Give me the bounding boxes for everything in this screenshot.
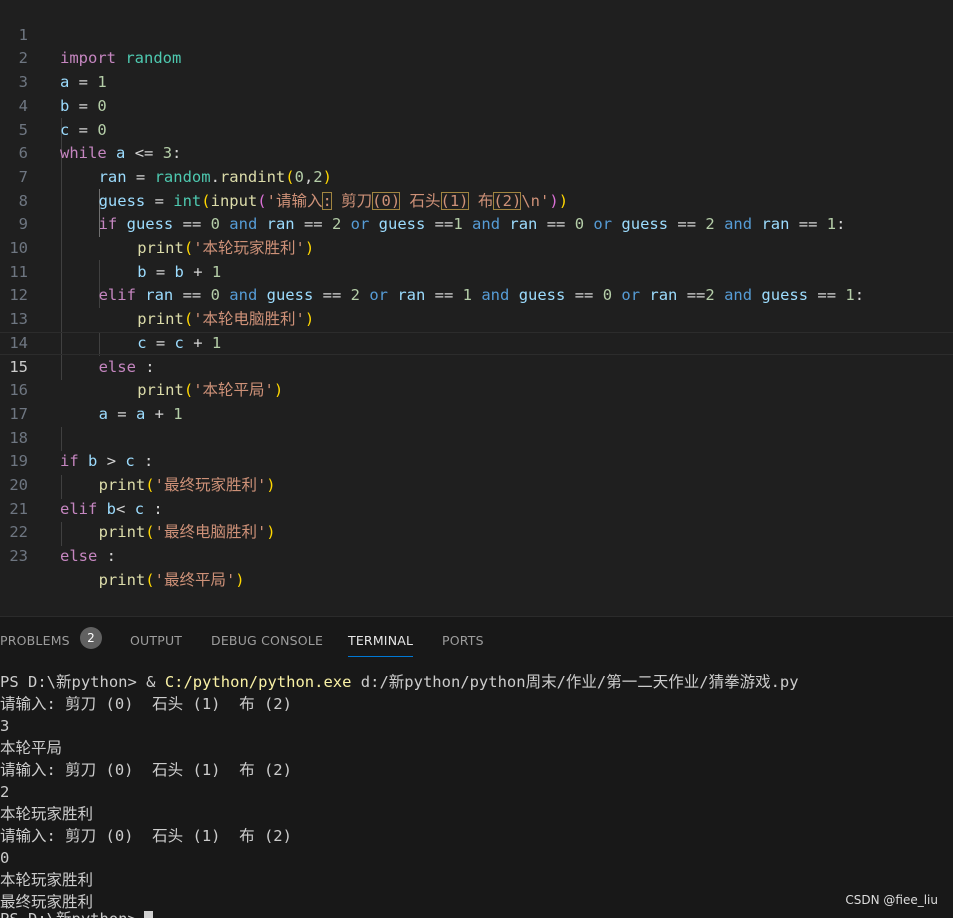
code-line[interactable]: 5 while a <= 3: bbox=[0, 95, 953, 163]
tab-problems[interactable]: PROBLEMS bbox=[0, 630, 70, 656]
terminal-line: 本轮平局 bbox=[0, 739, 63, 757]
code-line[interactable]: 4 c = 0 bbox=[0, 71, 953, 139]
code-line[interactable]: 12 print('本轮电脑胜利') bbox=[0, 261, 953, 328]
code-line[interactable]: 9 print('本轮玩家胜利') bbox=[0, 190, 953, 257]
code-line[interactable]: 10 b = b + 1 bbox=[0, 213, 953, 281]
terminal-command-line: PS D:\新python> & C:/python/python.exe d:… bbox=[0, 673, 799, 691]
problems-count-badge: 2 bbox=[80, 627, 102, 649]
code-line[interactable]: 17 bbox=[0, 379, 953, 423]
code-line[interactable]: 18 if b > c : bbox=[0, 403, 953, 471]
terminal-prompt-partial: PS D:\新python> bbox=[0, 908, 137, 918]
terminal-line: 3 bbox=[0, 717, 10, 735]
code-line[interactable]: 11 elif ran == 0 and guess == 2 or ran =… bbox=[0, 237, 953, 305]
code-text: print('最终平局') bbox=[98, 570, 245, 589]
code-line[interactable]: 14 else : bbox=[0, 308, 953, 376]
code-line[interactable]: 6 ran = random.randint(0,2) bbox=[0, 119, 953, 186]
code-text: else : bbox=[60, 547, 117, 566]
code-line[interactable]: 2 a = 1 bbox=[0, 24, 953, 91]
terminal-line: 本轮玩家胜利 bbox=[0, 871, 94, 889]
code-line[interactable]: 23 print('最终平局') bbox=[0, 521, 953, 589]
code-line[interactable]: 7 guess = int(input('请输入: 剪刀(0) 石头(1) 布(… bbox=[0, 142, 953, 210]
terminal-cursor bbox=[144, 911, 153, 918]
tab-debug-console[interactable]: DEBUG CONSOLE bbox=[211, 630, 323, 656]
code-line[interactable]: 20 elif b< c : bbox=[0, 450, 953, 518]
code-line[interactable]: 19 print('最终玩家胜利') bbox=[0, 427, 953, 494]
code-line[interactable]: 8 if guess == 0 and ran == 2 or guess ==… bbox=[0, 166, 953, 234]
line-number: 23 bbox=[9, 547, 28, 566]
code-line[interactable]: 16 a = a + 1 bbox=[0, 356, 953, 423]
code-line-current[interactable]: 15 print('本轮平局') bbox=[0, 332, 953, 400]
tab-ports[interactable]: PORTS bbox=[442, 630, 484, 656]
terminal-line: 0 bbox=[0, 849, 10, 867]
terminal-line: 本轮玩家胜利 bbox=[0, 805, 94, 823]
terminal-line: 请输入: 剪刀 (0) 石头 (1) 布 (2) bbox=[0, 695, 292, 713]
code-line[interactable]: 13 c = c + 1 bbox=[0, 284, 953, 352]
code-line[interactable]: 3 b = 0 bbox=[0, 47, 953, 115]
terminal-line: 2 bbox=[0, 783, 10, 801]
code-line[interactable]: 21 print('最终电脑胜利') bbox=[0, 474, 953, 542]
code-line[interactable]: 22 else : bbox=[0, 498, 953, 565]
terminal-line: 请输入: 剪刀 (0) 石头 (1) 布 (2) bbox=[0, 827, 292, 845]
watermark: CSDN @fiee_liu bbox=[845, 893, 938, 907]
tab-terminal[interactable]: TERMINAL bbox=[348, 630, 414, 657]
code-line[interactable]: 1 import random bbox=[0, 0, 953, 68]
terminal-line: 请输入: 剪刀 (0) 石头 (1) 布 (2) bbox=[0, 761, 292, 779]
tab-output[interactable]: OUTPUT bbox=[130, 630, 182, 656]
code-editor[interactable]: 1 import random 2 a = 1 3 b = 0 4 c = 0 … bbox=[0, 0, 953, 616]
